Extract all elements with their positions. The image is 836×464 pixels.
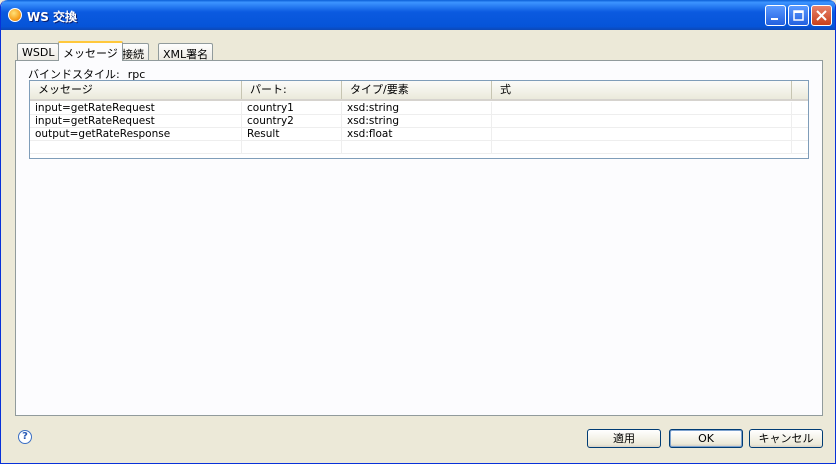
cell-expression[interactable] — [492, 115, 792, 128]
cell-type: xsd:string — [342, 115, 492, 128]
tab-label: WSDL — [22, 46, 55, 59]
help-icon[interactable]: ? — [18, 430, 32, 444]
tab-label: メッセージ — [63, 47, 118, 60]
cell-message: input=getRateRequest — [30, 115, 242, 128]
column-header-message[interactable]: メッセージ — [30, 81, 242, 99]
cell-part: Result — [242, 128, 342, 141]
cell-message: output=getRateResponse — [30, 128, 242, 141]
column-header-type-element[interactable]: タイプ/要素 — [342, 81, 492, 99]
tab-wsdl[interactable]: WSDL — [17, 43, 60, 60]
cell-type — [342, 141, 492, 154]
cell-type: xsd:float — [342, 128, 492, 141]
maximize-icon — [793, 10, 804, 21]
column-header-part[interactable]: パート: — [242, 81, 342, 99]
cancel-button[interactable]: キャンセル — [749, 429, 823, 448]
cell-part — [242, 141, 342, 154]
cell-part: country2 — [242, 115, 342, 128]
cell-part: country1 — [242, 102, 342, 115]
maximize-button[interactable] — [788, 5, 809, 26]
tab-xml-signature[interactable]: XML署名 — [158, 43, 214, 61]
table-row[interactable] — [30, 141, 808, 154]
cell-message — [30, 141, 242, 154]
cell-expression[interactable] — [492, 102, 792, 115]
app-icon — [8, 8, 22, 22]
window-title: WS 交換 — [27, 10, 78, 24]
cell-type: xsd:string — [342, 102, 492, 115]
minimize-button[interactable] — [765, 5, 786, 26]
tab-messages[interactable]: メッセージ — [58, 41, 123, 61]
close-button[interactable] — [811, 5, 832, 26]
table-header: メッセージ パート: タイプ/要素 式 — [30, 81, 808, 101]
table-row[interactable]: input=getRateRequest country1 xsd:string — [30, 102, 808, 115]
table-row[interactable]: output=getRateResponse Result xsd:float — [30, 128, 808, 141]
cell-expression[interactable] — [492, 141, 792, 154]
close-icon — [816, 10, 827, 21]
minimize-icon — [771, 18, 778, 20]
cell-expression[interactable] — [492, 128, 792, 141]
apply-button[interactable]: 適用 — [587, 429, 661, 448]
title-bar[interactable]: WS 交換 — [1, 0, 835, 30]
column-header-expression[interactable]: 式 — [492, 81, 792, 99]
table-row[interactable]: input=getRateRequest country2 xsd:string — [30, 115, 808, 128]
cell-message: input=getRateRequest — [30, 102, 242, 115]
ws-exchange-dialog: WS 交換 WSDL メッセージ 接続 XML署名 バインドスタイル: rpc メ… — [0, 0, 836, 464]
message-table[interactable]: メッセージ パート: タイプ/要素 式 input=getRateRequest… — [29, 80, 809, 159]
ok-button[interactable]: OK — [669, 429, 743, 448]
